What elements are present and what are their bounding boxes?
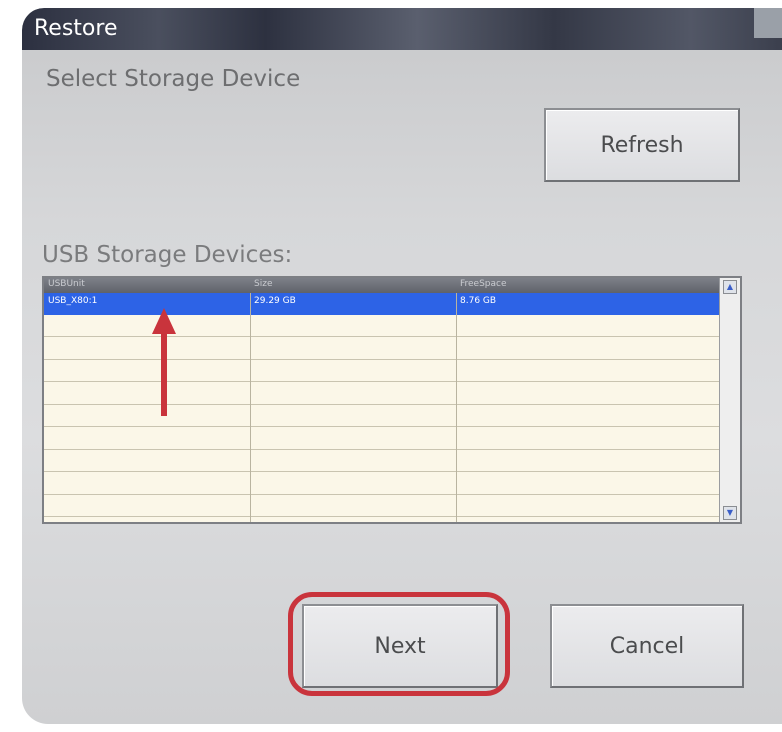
table-scrollbar[interactable]: ▲ ▼	[719, 278, 740, 522]
column-header-unit[interactable]: USBUnit	[48, 279, 85, 289]
table-row-empty[interactable]	[44, 338, 720, 360]
refresh-button[interactable]: Refresh	[544, 108, 740, 182]
scroll-down-arrow-icon[interactable]: ▼	[723, 506, 737, 520]
scroll-up-arrow-icon[interactable]: ▲	[723, 280, 737, 294]
cell-size: 29.29 GB	[254, 296, 296, 306]
select-storage-heading: Select Storage Device	[46, 66, 301, 92]
window-corner-button[interactable]	[754, 8, 782, 38]
restore-window: Restore Select Storage Device Refresh US…	[22, 8, 782, 724]
table-header: USBUnit Size FreeSpace	[44, 278, 720, 293]
column-divider	[250, 293, 251, 522]
table-row-empty[interactable]	[44, 428, 720, 450]
table-row-empty[interactable]	[44, 360, 720, 382]
table-row[interactable]: USB_X80:1 29.29 GB 8.76 GB	[44, 293, 720, 315]
cell-free-space: 8.76 GB	[460, 296, 497, 306]
column-divider	[456, 293, 457, 522]
table-row-empty[interactable]	[44, 450, 720, 472]
next-button-highlight	[288, 592, 510, 696]
window-title: Restore	[34, 16, 118, 41]
table-row-empty[interactable]	[44, 383, 720, 405]
column-header-size[interactable]: Size	[254, 279, 272, 289]
table-row-empty[interactable]	[44, 473, 720, 495]
cancel-button[interactable]: Cancel	[550, 604, 744, 688]
column-header-free-space[interactable]: FreeSpace	[460, 279, 507, 289]
window-titlebar: Restore	[22, 8, 782, 50]
table-row-empty[interactable]	[44, 405, 720, 427]
annotation-arrow-icon	[152, 308, 176, 416]
usb-devices-table: USBUnit Size FreeSpace USB_X80:1 29.29 G…	[42, 276, 742, 524]
table-row-empty[interactable]	[44, 495, 720, 517]
cell-unit: USB_X80:1	[48, 296, 98, 306]
table-row-empty[interactable]	[44, 315, 720, 337]
usb-devices-heading: USB Storage Devices:	[42, 242, 293, 268]
